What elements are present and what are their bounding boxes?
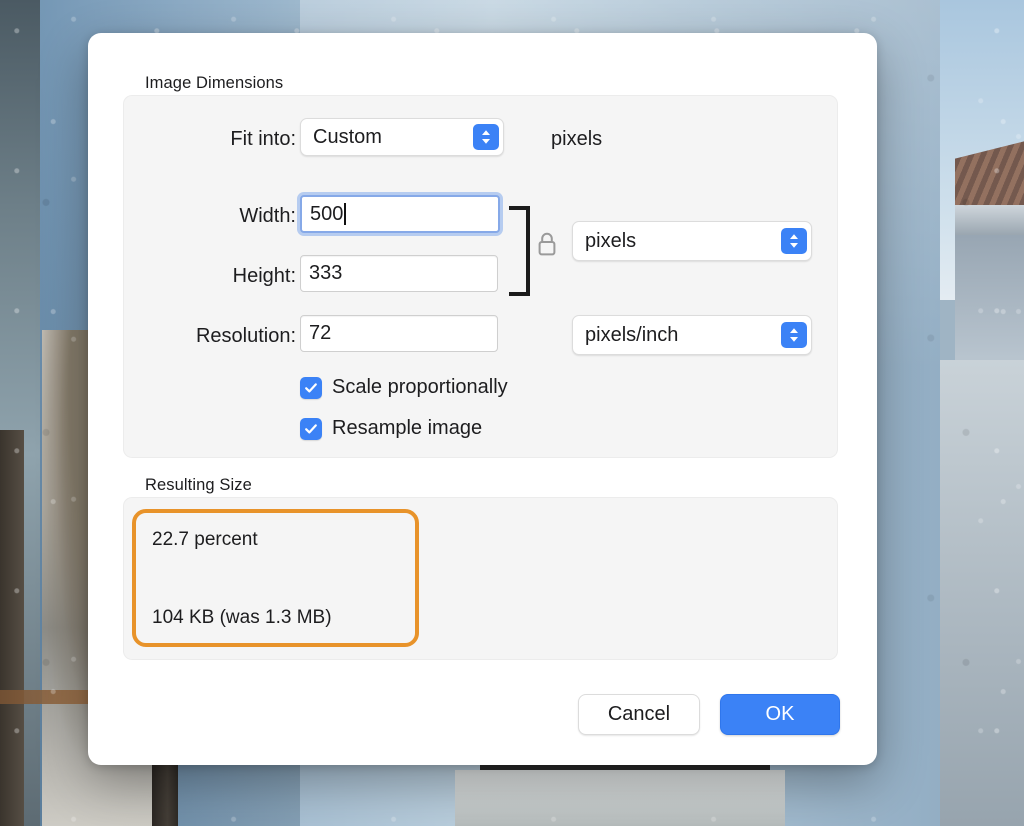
scale-proportionally-label: Scale proportionally (332, 376, 508, 399)
height-input[interactable]: 333 (300, 255, 498, 292)
resolution-unit-value: pixels/inch (585, 324, 678, 347)
resulting-percent: 22.7 percent (152, 529, 258, 551)
resulting-size-title: Resulting Size (145, 476, 252, 495)
height-label: Height: (148, 265, 296, 288)
width-input[interactable]: 500 (300, 195, 500, 233)
scale-proportionally-row[interactable]: Scale proportionally (300, 376, 508, 399)
resolution-value: 72 (309, 322, 331, 345)
ok-button-label: OK (766, 703, 795, 726)
fit-into-label: Fit into: (148, 128, 296, 151)
image-dimensions-title: Image Dimensions (145, 74, 283, 93)
lock-closed-icon[interactable] (536, 231, 558, 262)
cancel-button[interactable]: Cancel (578, 694, 700, 735)
resample-image-row[interactable]: Resample image (300, 417, 482, 440)
width-label: Width: (148, 205, 296, 228)
link-bracket (508, 205, 534, 302)
cancel-button-label: Cancel (608, 703, 670, 726)
chevron-up-down-icon (781, 228, 807, 254)
fit-into-select[interactable]: Custom (300, 118, 504, 156)
scale-proportionally-checkbox[interactable] (300, 377, 322, 399)
chevron-up-down-icon (781, 322, 807, 348)
width-value: 500 (310, 203, 343, 226)
fit-into-value: Custom (313, 126, 382, 149)
size-unit-value: pixels (585, 230, 636, 253)
ok-button[interactable]: OK (720, 694, 840, 735)
chevron-up-down-icon (473, 124, 499, 150)
resolution-label: Resolution: (136, 325, 296, 348)
resulting-size-group (123, 497, 838, 660)
fit-into-unit-suffix: pixels (551, 128, 602, 151)
resulting-file-size: 104 KB (was 1.3 MB) (152, 607, 332, 629)
resample-image-checkbox[interactable] (300, 418, 322, 440)
image-size-dialog: Image Dimensions Fit into: Custom pixels… (88, 33, 877, 765)
resample-image-label: Resample image (332, 417, 482, 440)
resolution-unit-select[interactable]: pixels/inch (572, 315, 812, 355)
resolution-input[interactable]: 72 (300, 315, 498, 352)
text-cursor (344, 203, 346, 225)
height-value: 333 (309, 262, 342, 285)
size-unit-select[interactable]: pixels (572, 221, 812, 261)
